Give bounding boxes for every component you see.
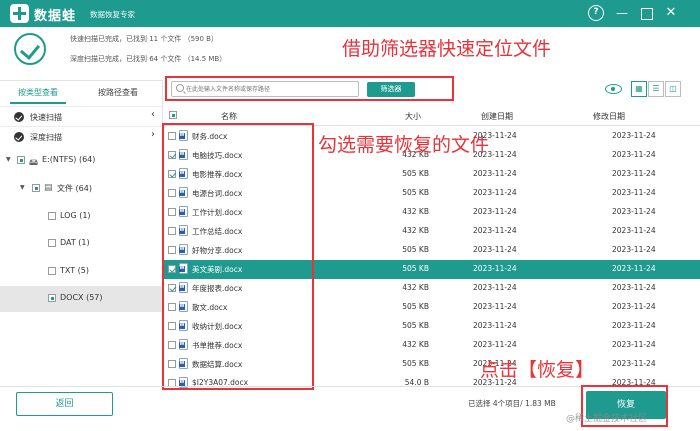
chevron-left-icon[interactable]: ‹ bbox=[151, 109, 155, 120]
tree-checkbox[interactable] bbox=[48, 212, 56, 220]
select-annotation: 勾选需要恢复的文件 bbox=[318, 134, 490, 156]
modified-date: 2023-11-24 bbox=[612, 340, 656, 349]
tab-by-path[interactable]: 按路径查看 bbox=[98, 87, 138, 98]
tree-item-drive[interactable]: ▼ 🖴 E:(NTFS) (64) bbox=[0, 148, 162, 174]
created-date: 2023-11-24 bbox=[473, 283, 517, 292]
scan-complete-icon bbox=[14, 33, 46, 65]
created-date: 2023-11-24 bbox=[473, 207, 517, 216]
modified-date: 2023-11-24 bbox=[612, 131, 656, 140]
title-bar: 数据蛙 数据恢复专家 ? — ✕ bbox=[0, 0, 700, 27]
minimize-button[interactable]: — bbox=[614, 5, 630, 21]
tree-item-folder[interactable]: ▼ ▤ 文件 (64) bbox=[0, 176, 162, 202]
view-mode-tabs: 按类型查看 按路径查看 bbox=[0, 80, 162, 104]
created-date: 2023-11-24 bbox=[473, 226, 517, 235]
modified-date: 2023-11-24 bbox=[612, 207, 656, 216]
selection-status: 已选择 4个项目/ 1.83 MB bbox=[468, 399, 556, 408]
modified-date: 2023-11-24 bbox=[612, 226, 656, 235]
column-size[interactable]: 大小 bbox=[405, 111, 421, 122]
file-size: 432 KB bbox=[402, 340, 429, 349]
check-circle-icon bbox=[14, 132, 24, 142]
deep-scan-mode[interactable]: 深度扫描 › bbox=[0, 126, 162, 146]
deep-scan-status: 深度扫描已完成，已找到 64 个文件 （14.5 MB） bbox=[70, 55, 227, 63]
grid-view-button[interactable]: ▦ bbox=[631, 81, 647, 97]
back-button[interactable]: 返回 bbox=[16, 392, 113, 416]
quick-scan-mode[interactable]: 快速扫描 ‹ bbox=[0, 106, 162, 126]
file-size: 432 KB bbox=[402, 283, 429, 292]
watermark: @稀土掘金技术社区 bbox=[566, 414, 648, 424]
app-name: 数据蛙 bbox=[34, 9, 77, 24]
modified-date: 2023-11-24 bbox=[612, 264, 656, 273]
modified-date: 2023-11-24 bbox=[612, 169, 656, 178]
tree-item-label: DOCX (57) bbox=[60, 293, 103, 302]
tree-item-label: LOG (1) bbox=[60, 211, 91, 220]
tree-item-docx[interactable]: DOCX (57) bbox=[0, 286, 162, 312]
tree-checkbox[interactable] bbox=[48, 267, 56, 275]
file-size: 432 KB bbox=[402, 226, 429, 235]
file-size: 505 KB bbox=[402, 302, 429, 311]
tree-item-label: 文件 (64) bbox=[57, 184, 92, 193]
modified-date: 2023-11-24 bbox=[612, 321, 656, 330]
restore-annotation: 点击【恢复】 bbox=[480, 359, 595, 381]
file-size: 432 KB bbox=[402, 207, 429, 216]
tree-checkbox[interactable] bbox=[17, 156, 25, 164]
drive-icon: 🖴 bbox=[29, 158, 39, 168]
maximize-button[interactable] bbox=[638, 5, 654, 21]
modified-date: 2023-11-24 bbox=[612, 302, 656, 311]
chevron-right-icon[interactable]: › bbox=[151, 129, 155, 140]
preview-eye-icon[interactable] bbox=[605, 84, 622, 94]
tree-item-log[interactable]: LOG (1) bbox=[0, 204, 162, 230]
tree-item-dat[interactable]: DAT (1) bbox=[0, 231, 162, 257]
modified-date: 2023-11-24 bbox=[612, 283, 656, 292]
list-view-button[interactable]: ☰ bbox=[648, 81, 664, 97]
tree-item-label: E:(NTFS) (64) bbox=[42, 155, 96, 164]
created-date: 2023-11-24 bbox=[473, 188, 517, 197]
created-date: 2023-11-24 bbox=[473, 264, 517, 273]
created-date: 2023-11-24 bbox=[473, 245, 517, 254]
app-logo-icon bbox=[10, 4, 29, 23]
tree-checkbox[interactable] bbox=[48, 294, 56, 302]
modified-date: 2023-11-24 bbox=[612, 245, 656, 254]
tree-item-label: TXT (5) bbox=[60, 266, 89, 275]
close-button[interactable]: ✕ bbox=[663, 5, 679, 21]
modified-date: 2023-11-24 bbox=[612, 150, 656, 159]
modified-date: 2023-11-24 bbox=[612, 188, 656, 197]
tree-item-txt[interactable]: TXT (5) bbox=[0, 259, 162, 285]
column-created[interactable]: 创建日期 bbox=[481, 111, 513, 122]
created-date: 2023-11-24 bbox=[473, 169, 517, 178]
modified-date: 2023-11-24 bbox=[612, 359, 656, 368]
column-name[interactable]: 名称 bbox=[221, 111, 237, 122]
tree-checkbox[interactable] bbox=[48, 239, 56, 247]
tree-item-label: DAT (1) bbox=[60, 238, 90, 247]
quick-scan-status: 快速扫描已完成，已找到 11 个文件 （590 B） bbox=[70, 35, 218, 43]
filter-annotation: 借助筛选器快速定位文件 bbox=[342, 38, 552, 60]
column-modified[interactable]: 修改日期 bbox=[593, 111, 625, 122]
detail-view-button[interactable]: ◫ bbox=[665, 81, 681, 97]
file-size: 505 KB bbox=[402, 321, 429, 330]
file-size: 505 KB bbox=[402, 359, 429, 368]
quick-scan-label: 快速扫描 bbox=[30, 113, 62, 122]
created-date: 2023-11-24 bbox=[473, 321, 517, 330]
tree-checkbox[interactable] bbox=[32, 184, 40, 192]
expand-icon[interactable]: ▼ bbox=[20, 184, 25, 191]
file-size: 505 KB bbox=[402, 169, 429, 178]
select-all-checkbox[interactable] bbox=[169, 111, 177, 119]
file-size: 505 KB bbox=[402, 188, 429, 197]
deep-scan-label: 深度扫描 bbox=[30, 133, 62, 142]
annotation-box-names bbox=[162, 123, 314, 390]
created-date: 2023-11-24 bbox=[473, 340, 517, 349]
folder-icon: ▤ bbox=[44, 183, 53, 193]
expand-icon[interactable]: ▼ bbox=[6, 156, 11, 163]
annotation-box-toolbar bbox=[165, 76, 454, 101]
check-circle-icon bbox=[14, 112, 24, 122]
help-button[interactable]: ? bbox=[588, 5, 604, 21]
created-date: 2023-11-24 bbox=[473, 302, 517, 311]
app-subtitle: 数据恢复专家 bbox=[90, 10, 135, 19]
tab-by-type[interactable]: 按类型查看 bbox=[10, 87, 66, 104]
file-size: 505 KB bbox=[402, 245, 429, 254]
file-size: 505 KB bbox=[402, 264, 429, 273]
